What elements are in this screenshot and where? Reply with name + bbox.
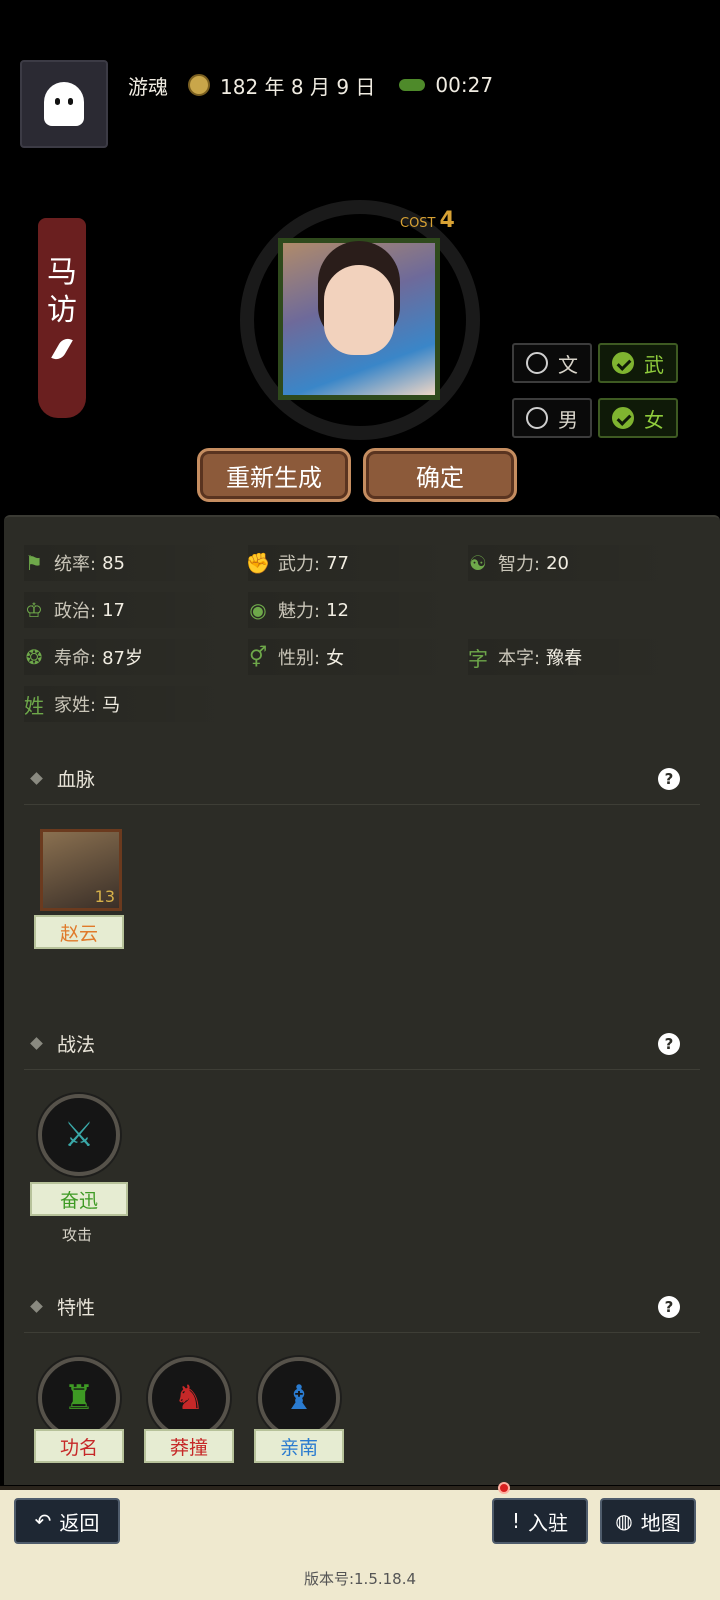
stat-xingbie: ⚥ 性别: 女 — [248, 639, 458, 675]
cost-value: 4 — [439, 208, 455, 233]
diamond-icon — [30, 1300, 43, 1313]
trait-name: 功名 — [34, 1429, 124, 1463]
radio-icon — [526, 352, 548, 374]
bloodline-title: 血脉 — [57, 769, 96, 791]
diamond-icon — [30, 772, 43, 785]
bottom-bar: ↶ 返回 ! 入驻 ◍ 地图 版本号:1.5.18.4 — [0, 1482, 720, 1600]
toggle-wen[interactable]: 文 — [512, 343, 592, 383]
brain-icon: ☯ — [469, 551, 487, 575]
bull-icon[interactable]: ♞ — [148, 1357, 230, 1439]
crossed-swords-icon[interactable]: ⚔ — [38, 1094, 120, 1176]
surname-icon: 姓 — [24, 693, 44, 718]
traits-header: 特性 ? — [24, 1281, 700, 1333]
stat-benzi: 字 本字: 豫春 — [468, 639, 678, 675]
trait-name: 莽撞 — [144, 1429, 234, 1463]
skill-name: 奋迅 — [30, 1182, 128, 1216]
hat-icon: ♔ — [25, 598, 43, 622]
back-button[interactable]: ↶ 返回 — [14, 1498, 120, 1544]
gender-icon: ⚥ — [248, 645, 268, 669]
tactics-header: 战法 ? — [24, 1018, 700, 1070]
toggle-wu-label: 武 — [644, 352, 664, 377]
name-char-2: 访 — [47, 293, 77, 328]
stat-shouming: ❂ 寿命: 87岁 — [24, 639, 234, 675]
section-tactics: 战法 ? ⚔ 奋迅 攻击 — [24, 1018, 700, 1244]
toggle-female-label: 女 — [644, 407, 664, 432]
settle-button[interactable]: ! 入驻 — [492, 1498, 588, 1544]
help-icon[interactable]: ? — [658, 768, 680, 790]
stat-zhengzhi: ♔ 政治: 17 — [24, 592, 234, 628]
skill-type: 攻击 — [62, 1226, 93, 1244]
check-icon — [612, 407, 634, 429]
stat-jiaxing: 姓 家姓: 马 — [24, 686, 234, 722]
toggle-wen-label: 文 — [558, 352, 578, 377]
map-button[interactable]: ◍ 地图 — [600, 1498, 696, 1544]
stat-zhili: ☯ 智力: 20 — [468, 545, 678, 581]
exclamation-icon: ! — [511, 1509, 521, 1533]
version-label: 版本号:1.5.18.4 — [303, 1570, 417, 1588]
toggle-female[interactable]: 女 — [598, 398, 678, 438]
check-icon — [612, 352, 634, 374]
notification-dot — [498, 1482, 510, 1494]
section-bloodline: 血脉 ? 13 赵云 — [24, 753, 700, 949]
game-date: 182 年 8 月 9 日 — [220, 74, 376, 99]
character-portrait — [278, 238, 440, 400]
ancestor-portrait[interactable]: 13 — [40, 829, 122, 911]
tactics-title: 战法 — [57, 1034, 96, 1056]
stat-wuli: ✊ 武力: 77 — [245, 545, 458, 581]
character-detail-panel[interactable]: ⚑ 统率: 85 ✊ 武力: 77 ☯ 智力: 20 ♔ 政治: 17 ◉ 魅力… — [4, 515, 720, 1485]
longevity-icon: ❂ — [25, 645, 43, 669]
feather-icon[interactable] — [51, 335, 73, 363]
elephant-icon[interactable]: ♝ — [258, 1357, 340, 1439]
cost-label: COST — [400, 216, 436, 231]
help-icon[interactable]: ? — [658, 1033, 680, 1055]
bloodline-header: 血脉 ? — [24, 753, 700, 805]
fist-icon: ✊ — [245, 551, 271, 575]
player-avatar[interactable] — [20, 60, 108, 148]
diamond-icon — [30, 1037, 43, 1050]
traits-title: 特性 — [57, 1297, 96, 1319]
game-time: 00:27 — [435, 73, 494, 97]
time-icon — [399, 79, 426, 91]
cost-indicator: COST 4 — [400, 208, 455, 233]
section-traits: 特性 ? ♜ 功名 ♞ 莽撞 ♝ 亲南 — [24, 1281, 700, 1463]
regenerate-button[interactable]: 重新生成 — [197, 448, 351, 502]
name-char-1: 马 — [47, 255, 77, 290]
player-mode: 游魂 — [128, 74, 168, 99]
toggle-male-label: 男 — [558, 407, 578, 432]
toggle-wu[interactable]: 武 — [598, 343, 678, 383]
name-banner: 马 访 — [38, 218, 86, 418]
helmet-icon[interactable]: ♜ — [38, 1357, 120, 1439]
calendar-icon — [188, 74, 210, 96]
confirm-button[interactable]: 确定 — [363, 448, 517, 502]
ancestor-name: 赵云 — [34, 915, 124, 949]
globe-icon: ◍ — [615, 1509, 633, 1533]
trait-name: 亲南 — [254, 1429, 344, 1463]
flag-icon: ⚑ — [25, 551, 43, 575]
zi-icon: 字 — [468, 646, 488, 671]
stat-tongshuai: ⚑ 统率: 85 — [24, 545, 234, 581]
portrait-face — [324, 265, 394, 355]
eye-icon: ◉ — [249, 598, 267, 622]
stat-meili: ◉ 魅力: 12 — [248, 592, 458, 628]
ancestor-level: 13 — [94, 887, 115, 906]
ghost-icon — [44, 82, 84, 126]
toggle-male[interactable]: 男 — [512, 398, 592, 438]
radio-icon — [526, 407, 548, 429]
header-info: 游魂 182 年 8 月 9 日 00:27 — [128, 70, 493, 100]
return-icon: ↶ — [34, 1509, 52, 1533]
help-icon[interactable]: ? — [658, 1296, 680, 1318]
